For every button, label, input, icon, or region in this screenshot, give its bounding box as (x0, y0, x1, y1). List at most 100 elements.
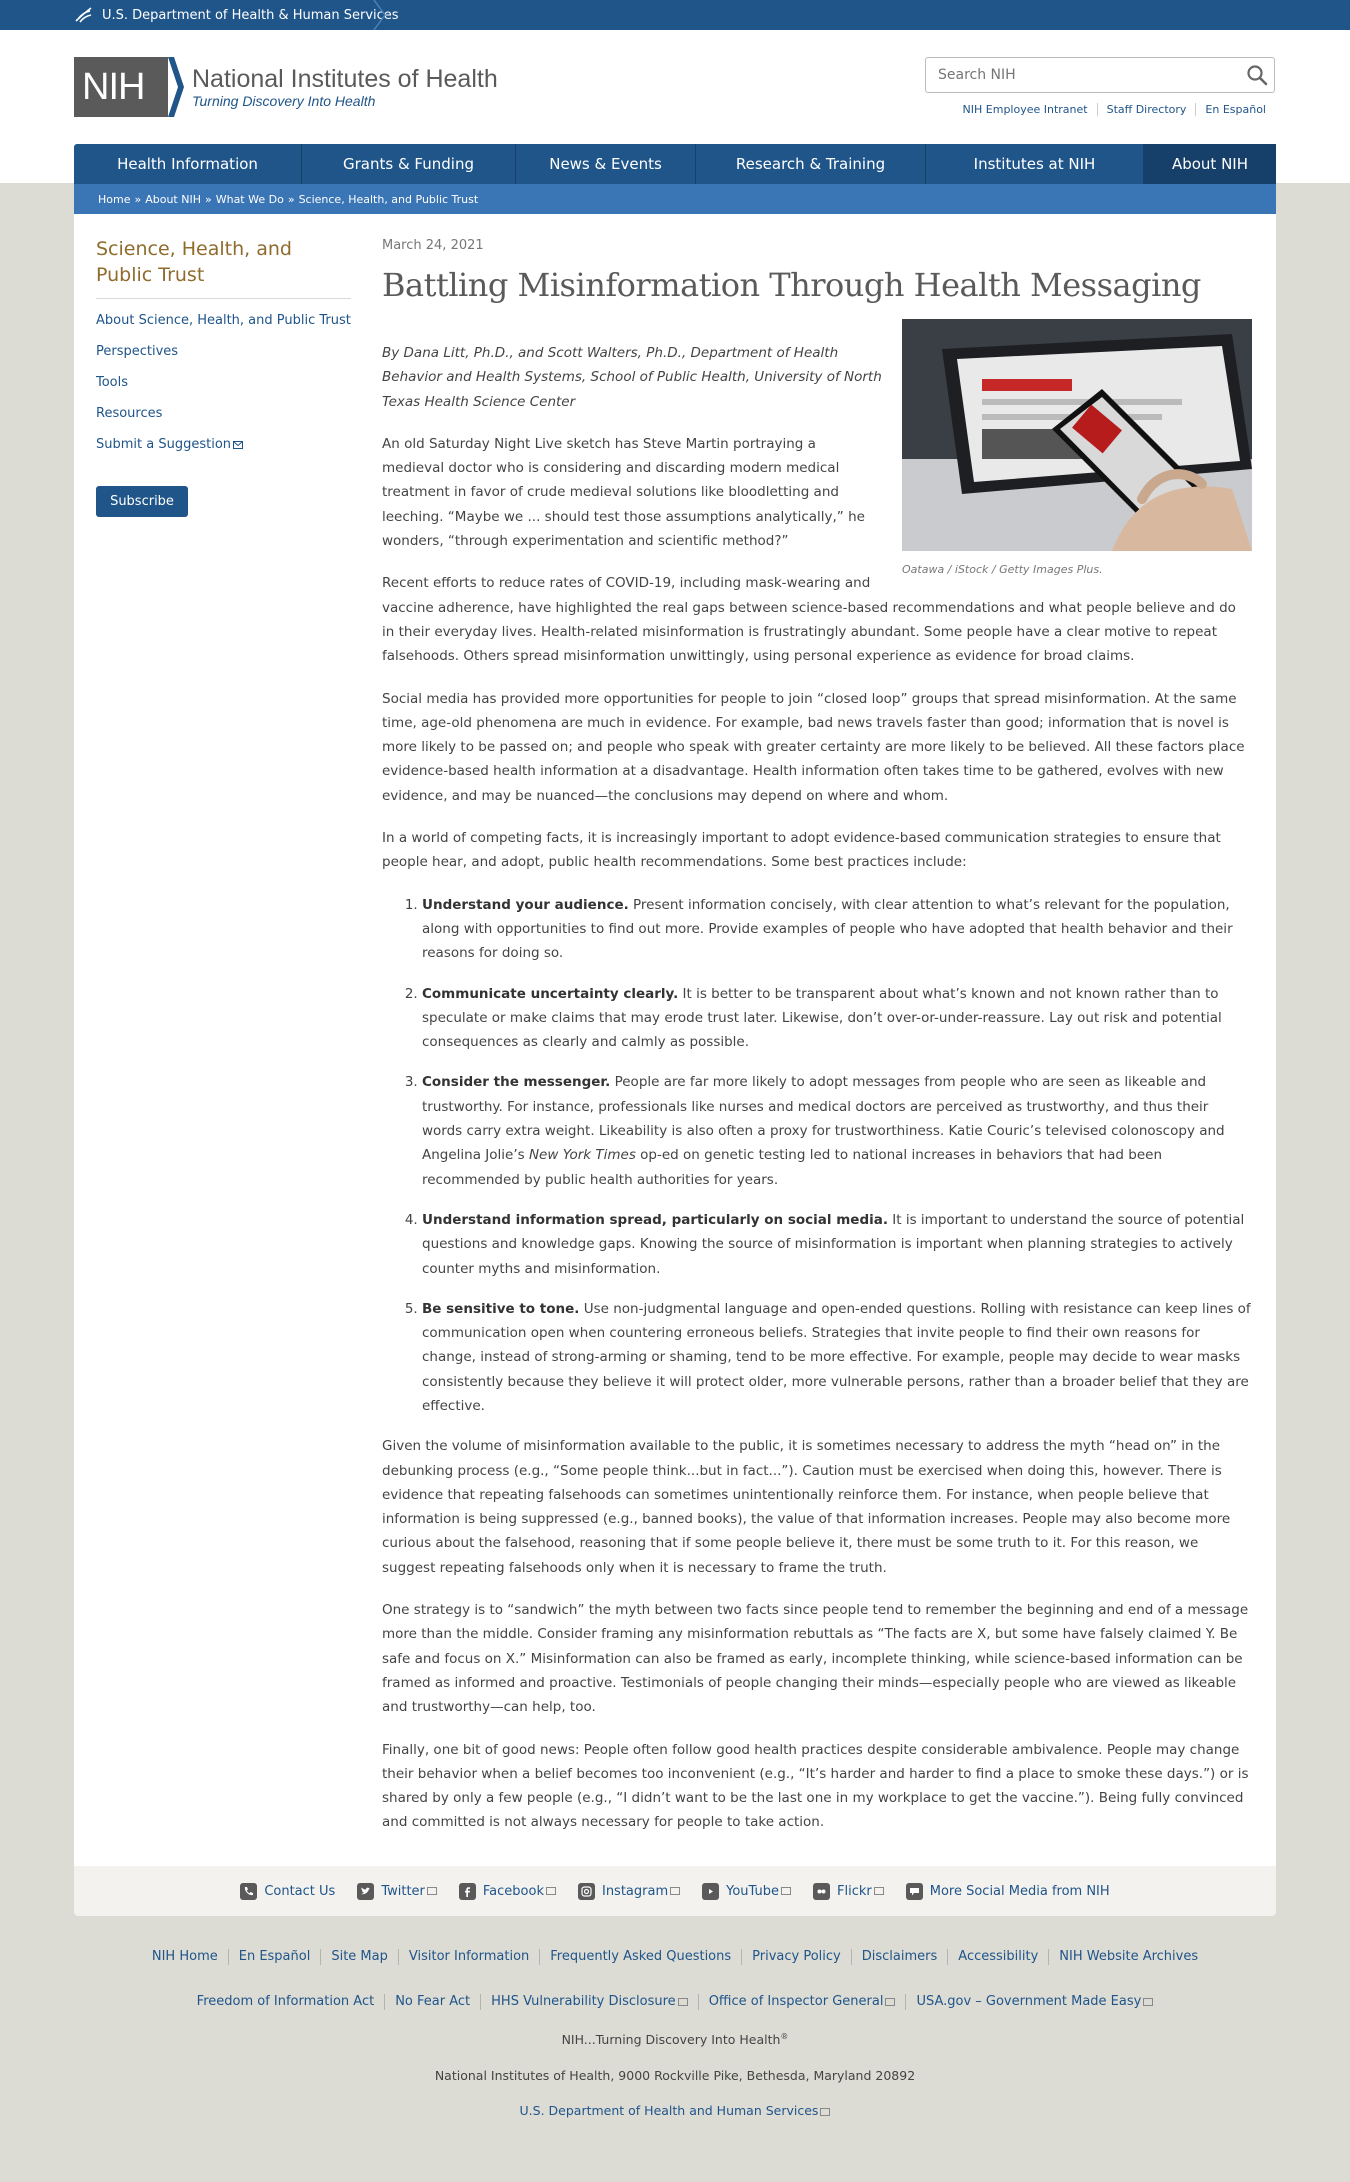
flickr-link[interactable]: Flickr (813, 1882, 884, 1900)
nih-logo[interactable]: NIH National Institutes of Health Turnin… (74, 57, 498, 117)
contact-us-link[interactable]: Contact Us (240, 1882, 335, 1900)
footer-tagline-text: NIH...Turning Discovery Into Health (561, 2032, 781, 2048)
more-social-link[interactable]: More Social Media from NIH (905, 1882, 1110, 1900)
footer-no-fear[interactable]: No Fear Act (384, 1994, 480, 2010)
facebook-label: Facebook (482, 1883, 544, 1899)
practice-lead: Be sensitive to tone. (422, 1300, 580, 1317)
trademark: ® (780, 2032, 789, 2041)
best-practices-list: Understand your audience. Present inform… (382, 893, 1252, 1419)
sidebar-link-resources[interactable]: Resources (96, 406, 162, 421)
paragraph-5: Given the volume of misinformation avail… (382, 1438, 1231, 1576)
paragraph-6: One strategy is to “sandwich” the myth b… (382, 1602, 1249, 1716)
twitter-label: Twitter (381, 1883, 425, 1899)
external-link-icon (670, 1887, 681, 1895)
twitter-icon (357, 1882, 375, 1900)
image-caption: Oatawa / iStock / Getty Images Plus. (902, 563, 1103, 576)
footer-privacy[interactable]: Privacy Policy (741, 1949, 851, 1965)
breadcrumb-what-we-do[interactable]: What We Do (216, 193, 284, 206)
youtube-link[interactable]: YouTube (702, 1882, 791, 1900)
footer-hhs-vulnerability[interactable]: HHS Vulnerability Disclosure (480, 1994, 698, 2010)
staff-directory-link[interactable]: Staff Directory (1096, 103, 1196, 116)
footer-site-map[interactable]: Site Map (320, 1949, 398, 1965)
footer-disclaimers[interactable]: Disclaimers (850, 1949, 948, 1965)
flickr-label: Flickr (837, 1883, 872, 1899)
nav-grants-funding[interactable]: Grants & Funding (302, 144, 516, 184)
external-link-icon (677, 1997, 688, 2006)
list-item: Understand your audience. Present inform… (422, 893, 1252, 966)
footer-visitor-info[interactable]: Visitor Information (397, 1949, 539, 1965)
breadcrumb-about[interactable]: About NIH (145, 193, 201, 206)
external-link-icon (885, 1997, 896, 2006)
instagram-icon (577, 1882, 595, 1900)
employee-intranet-link[interactable]: NIH Employee Intranet (954, 103, 1097, 116)
search-input[interactable] (926, 58, 1226, 92)
breadcrumb-home[interactable]: Home (98, 193, 130, 206)
search-icon[interactable] (1246, 64, 1268, 86)
hhs-label: U.S. Department of Health & Human Servic… (102, 7, 399, 23)
nav-news-events[interactable]: News & Events (516, 144, 696, 184)
hhs-bar: U.S. Department of Health & Human Servic… (0, 0, 1350, 30)
instagram-link[interactable]: Instagram (577, 1882, 681, 1900)
nav-about-nih[interactable]: About NIH (1144, 144, 1276, 184)
external-link-icon (873, 1887, 884, 1895)
main-nav: Health Information Grants & Funding News… (74, 144, 1276, 184)
subscribe-button[interactable]: Subscribe (96, 486, 188, 517)
practice-lead: Understand your audience. (422, 896, 629, 913)
footer-links-secondary: Freedom of Information Act No Fear Act H… (0, 1994, 1350, 2010)
practice-lead: Communicate uncertainty clearly. (422, 985, 679, 1002)
footer-nih-home[interactable]: NIH Home (142, 1949, 228, 1965)
article: March 24, 2021 Battling Misinformation T… (382, 238, 1252, 1853)
content-area: Science, Health, and Public Trust About … (74, 214, 1276, 1866)
sidebar-link-perspectives[interactable]: Perspectives (96, 344, 178, 359)
article-figure: Oatawa / iStock / Getty Images Plus. (902, 319, 1252, 576)
footer-archives[interactable]: NIH Website Archives (1048, 1949, 1208, 1965)
hhs-vulnerability-label: HHS Vulnerability Disclosure (491, 1994, 676, 2009)
logo-tagline: Turning Discovery Into Health (192, 93, 376, 109)
suggestion-label: Submit a Suggestion (96, 437, 232, 452)
sidebar-item-perspectives: Perspectives (96, 336, 351, 367)
footer-faq[interactable]: Frequently Asked Questions (539, 1949, 741, 1965)
espanol-link[interactable]: En Español (1195, 103, 1275, 116)
chevron-divider-icon (373, 0, 386, 30)
list-item: Consider the messenger. People are far m… (422, 1070, 1252, 1191)
article-photo (902, 319, 1252, 551)
footer-links-primary: NIH Home En Español Site Map Visitor Inf… (0, 1949, 1350, 1965)
sidebar-link-suggestion[interactable]: Submit a Suggestion (96, 437, 244, 452)
paragraph-7: Finally, one bit of good news: People of… (382, 1741, 1249, 1831)
paragraph-2: Recent efforts to reduce rates of COVID-… (382, 575, 1236, 665)
email-icon (233, 440, 244, 449)
facebook-link[interactable]: Facebook (458, 1882, 556, 1900)
nav-health-information[interactable]: Health Information (74, 144, 302, 184)
footer-espanol[interactable]: En Español (227, 1949, 321, 1965)
phone-icon (240, 1882, 258, 1900)
chat-icon (905, 1882, 923, 1900)
footer-hhs-label: U.S. Department of Health and Human Serv… (519, 2103, 819, 2118)
more-social-label: More Social Media from NIH (929, 1883, 1110, 1899)
sidebar-item-resources: Resources (96, 398, 351, 429)
utility-links: NIH Employee Intranet Staff Directory En… (954, 103, 1275, 116)
external-link-icon (820, 2107, 831, 2116)
sidebar-link-tools[interactable]: Tools (96, 375, 128, 390)
footer-usa-gov[interactable]: USA.gov – Government Made Easy (905, 1994, 1163, 2010)
sidebar-item-tools: Tools (96, 367, 351, 398)
nav-institutes[interactable]: Institutes at NIH (926, 144, 1144, 184)
breadcrumb-current[interactable]: Science, Health, and Public Trust (299, 193, 479, 206)
nav-research-training[interactable]: Research & Training (696, 144, 926, 184)
sidebar-link-about[interactable]: About Science, Health, and Public Trust (96, 313, 351, 328)
footer-tagline: NIH...Turning Discovery Into Health® (0, 2032, 1350, 2047)
facebook-icon (458, 1882, 476, 1900)
footer-inspector-general[interactable]: Office of Inspector General (697, 1994, 906, 2010)
logo-letters: NIH (82, 65, 145, 108)
logo-arrow-icon (168, 57, 184, 117)
twitter-link[interactable]: Twitter (357, 1882, 437, 1900)
footer-foia[interactable]: Freedom of Information Act (187, 1994, 385, 2010)
youtube-icon (702, 1882, 720, 1900)
footer-hhs-link[interactable]: U.S. Department of Health and Human Serv… (520, 2103, 831, 2118)
footer-accessibility[interactable]: Accessibility (947, 1949, 1048, 1965)
practice-text: Use non-judgmental language and open-end… (422, 1300, 1251, 1414)
sidebar-title: Science, Health, and Public Trust (96, 236, 351, 299)
practice-lead: Consider the messenger. (422, 1074, 611, 1091)
hhs-link[interactable]: U.S. Department of Health & Human Servic… (74, 0, 399, 30)
youtube-label: YouTube (726, 1883, 779, 1899)
paragraph-4: In a world of competing facts, it is inc… (382, 830, 1221, 871)
